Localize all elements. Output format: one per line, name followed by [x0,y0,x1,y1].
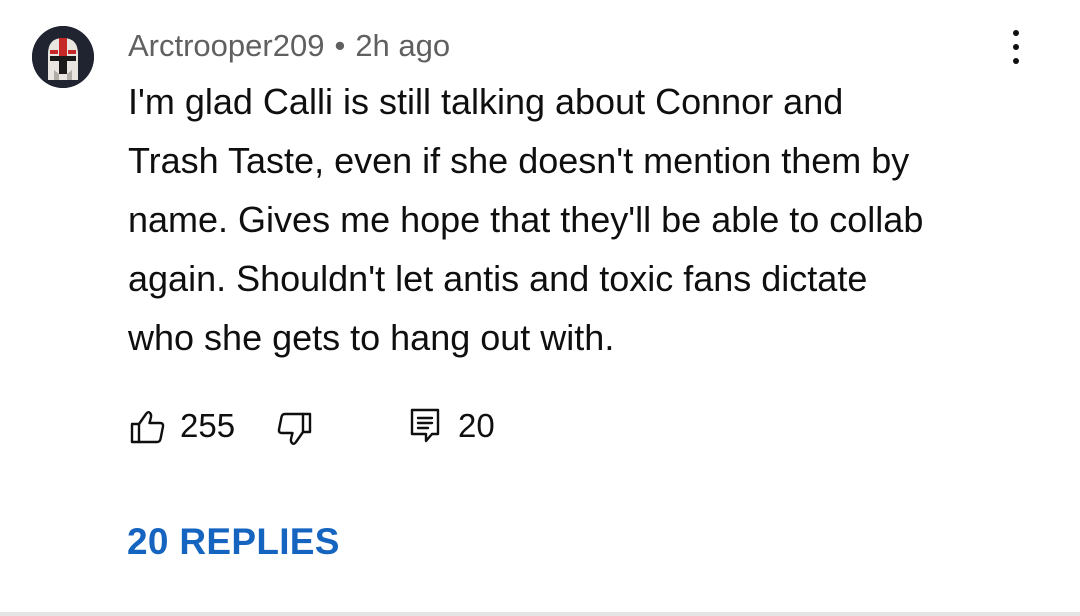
thumbs-up-icon[interactable] [130,409,166,445]
divider [0,612,1080,616]
reply-count: 20 [458,407,495,444]
comment-timestamp: 2h ago [355,28,451,63]
like-count: 255 [180,407,236,444]
comment-text: I'm glad Calli is still talking about Co… [128,81,924,358]
comment-actions: 255 20 [128,402,628,452]
more-vertical-icon[interactable] [1000,30,1032,64]
avatar[interactable] [32,26,94,88]
clone-trooper-helmet-icon [32,26,94,88]
thumbs-down-icon[interactable] [276,411,312,447]
comment-card: Arctrooper209 • 2h ago I'm glad Calli is s… [0,0,1080,612]
more-dot [1013,30,1019,36]
reply-comment-icon[interactable] [410,408,440,444]
author-name[interactable]: Arctrooper209 [128,28,324,63]
comment-meta: Arctrooper209 • 2h ago [128,26,450,66]
view-replies-button[interactable]: 20 REPLIES [127,518,340,566]
more-dot [1013,58,1019,64]
meta-separator: • [334,28,346,63]
more-dot [1013,44,1019,50]
